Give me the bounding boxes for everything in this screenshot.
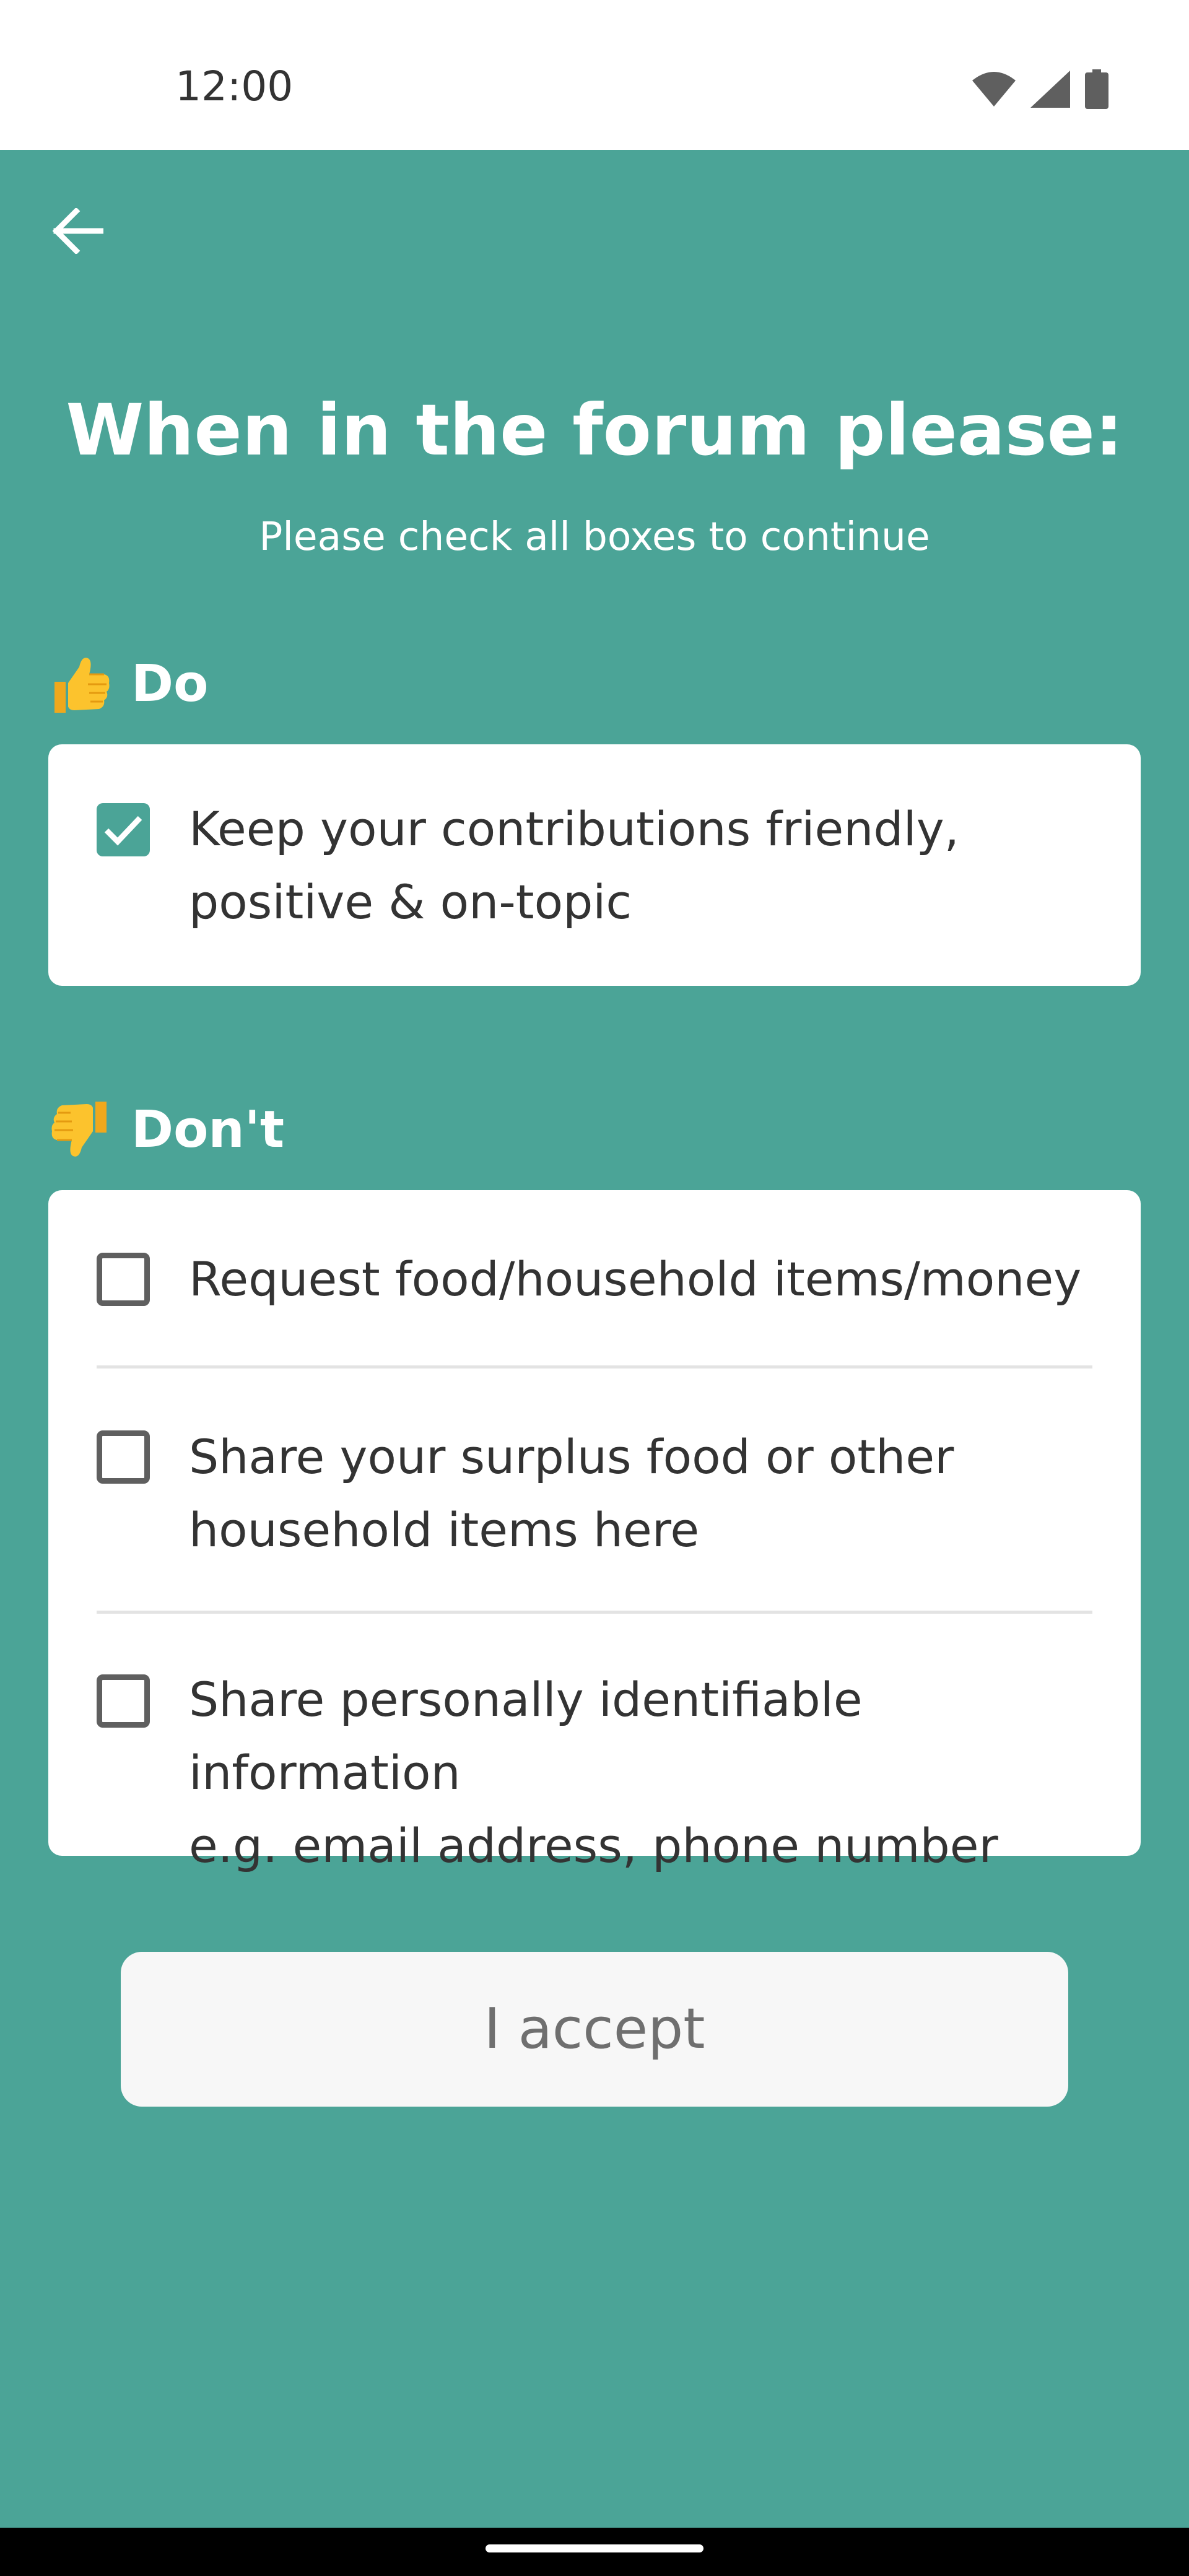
- dont-item-request[interactable]: Request food/household items/money: [48, 1190, 1141, 1366]
- dont-item-3-line2: e.g. email address, phone number: [189, 1818, 998, 1873]
- status-time: 12:00: [175, 63, 294, 110]
- dont-item-3-line1: Share personally identifiable informatio…: [189, 1672, 863, 1800]
- page-subtitle: Please check all boxes to continue: [259, 514, 930, 559]
- do-item-line2: positive & on-topic: [189, 874, 632, 929]
- battery-icon: [1085, 69, 1108, 109]
- do-item-friendly[interactable]: Keep your contributions friendly, positi…: [48, 744, 1141, 986]
- checkbox-unchecked[interactable]: [97, 1674, 150, 1728]
- dont-item-2-line2: household items here: [189, 1502, 700, 1557]
- back-button[interactable]: [43, 197, 111, 265]
- accept-button[interactable]: I accept: [121, 1952, 1068, 2107]
- dont-item-text: Share your surplus food or other househo…: [189, 1421, 1118, 1567]
- checkbox-unchecked[interactable]: [97, 1430, 150, 1484]
- thumbs-down-icon: [48, 1098, 113, 1162]
- cell-signal-icon: [1030, 71, 1070, 108]
- screen: 12:00 When in the forum please: Please c…: [0, 0, 1189, 2576]
- arrow-left-icon: [52, 208, 103, 254]
- dont-card: Request food/household items/money Share…: [48, 1190, 1141, 1873]
- do-card: Keep your contributions friendly, positi…: [48, 744, 1141, 986]
- dont-item-personal-info[interactable]: Share personally identifiable informatio…: [48, 1614, 1141, 1873]
- checkbox-unchecked[interactable]: [97, 1253, 150, 1306]
- do-section-heading: Do: [48, 650, 208, 718]
- dont-item-1-line1: Request food/household items/money: [189, 1251, 1082, 1307]
- dont-item-2-line1: Share your surplus food or other: [189, 1429, 954, 1484]
- checkmark-icon: [104, 816, 142, 846]
- do-item-text: Keep your contributions friendly, positi…: [189, 793, 1118, 939]
- status-bar: 12:00: [0, 0, 1189, 150]
- dont-heading-label: Don't: [131, 1100, 285, 1159]
- do-item-line1: Keep your contributions friendly,: [189, 801, 959, 856]
- status-icons: [972, 69, 1108, 109]
- checkbox-checked[interactable]: [97, 803, 150, 856]
- do-heading-label: Do: [131, 655, 209, 713]
- dont-item-text: Share personally identifiable informatio…: [189, 1663, 1118, 1882]
- thumbs-up-icon: [48, 652, 113, 716]
- home-indicator[interactable]: [486, 2544, 703, 2552]
- dont-item-text: Request food/household items/money: [189, 1243, 1118, 1316]
- dont-item-share-surplus[interactable]: Share your surplus food or other househo…: [48, 1368, 1141, 1611]
- dont-section-heading: Don't: [48, 1096, 284, 1164]
- page-title: When in the forum please:: [66, 389, 1123, 471]
- wifi-icon: [972, 72, 1016, 107]
